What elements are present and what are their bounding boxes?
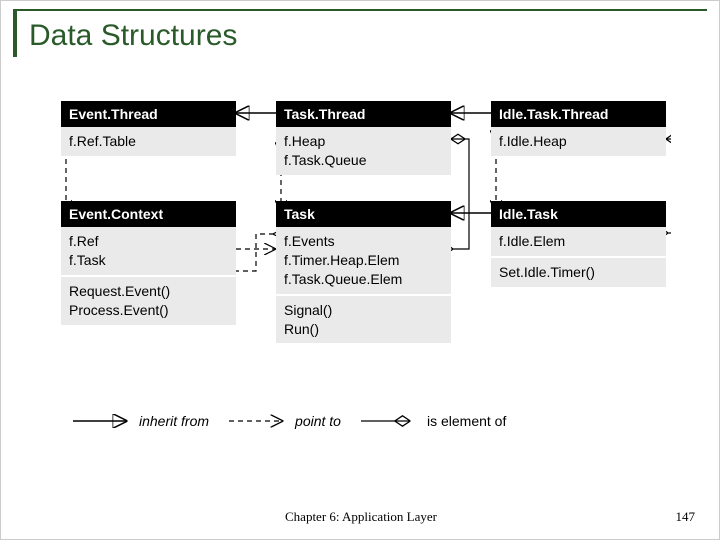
class-header: Event.Context bbox=[61, 201, 236, 227]
class-event-thread: Event.Thread f.Ref.Table bbox=[61, 101, 236, 156]
field: f.Timer.Heap.Elem bbox=[284, 251, 443, 270]
class-header: Task.Thread bbox=[276, 101, 451, 127]
page-title: Data Structures bbox=[29, 19, 707, 53]
inherit-icon bbox=[71, 414, 131, 428]
field: f.Task.Queue bbox=[284, 151, 443, 170]
class-fields: f.Events f.Timer.Heap.Elem f.Task.Queue.… bbox=[276, 227, 451, 294]
class-methods: Request.Event() Process.Event() bbox=[61, 277, 236, 325]
field: f.Ref bbox=[69, 232, 228, 251]
class-fields: f.Ref f.Task bbox=[61, 227, 236, 275]
field: f.Idle.Elem bbox=[499, 232, 658, 251]
class-header: Idle.Task.Thread bbox=[491, 101, 666, 127]
class-header: Task bbox=[276, 201, 451, 227]
point-icon bbox=[227, 414, 287, 428]
element-icon bbox=[359, 414, 419, 428]
method: Process.Event() bbox=[69, 301, 228, 320]
class-fields: f.Ref.Table bbox=[61, 127, 236, 156]
class-diagram: Event.Thread f.Ref.Table Task.Thread f.H… bbox=[61, 101, 671, 431]
legend-element: is element of bbox=[359, 413, 506, 429]
class-task-thread: Task.Thread f.Heap f.Task.Queue bbox=[276, 101, 451, 175]
field: f.Heap bbox=[284, 132, 443, 151]
class-idle-task-thread: Idle.Task.Thread f.Idle.Heap bbox=[491, 101, 666, 156]
field: f.Ref.Table bbox=[69, 132, 228, 151]
legend-label: point to bbox=[295, 413, 341, 429]
legend-label: inherit from bbox=[139, 413, 209, 429]
legend-label: is element of bbox=[427, 413, 506, 429]
legend-inherit: inherit from bbox=[71, 413, 209, 429]
class-idle-task: Idle.Task f.Idle.Elem Set.Idle.Timer() bbox=[491, 201, 666, 287]
class-methods: Signal() Run() bbox=[276, 296, 451, 344]
class-fields: f.Heap f.Task.Queue bbox=[276, 127, 451, 175]
class-header: Idle.Task bbox=[491, 201, 666, 227]
class-task: Task f.Events f.Timer.Heap.Elem f.Task.Q… bbox=[276, 201, 451, 343]
class-fields: f.Idle.Elem bbox=[491, 227, 666, 256]
field: f.Idle.Heap bbox=[499, 132, 658, 151]
class-event-context: Event.Context f.Ref f.Task Request.Event… bbox=[61, 201, 236, 325]
footer-text: Chapter 6: Application Layer bbox=[1, 509, 720, 525]
method: Run() bbox=[284, 320, 443, 339]
legend-point: point to bbox=[227, 413, 341, 429]
field: f.Task.Queue.Elem bbox=[284, 270, 443, 289]
class-methods: Set.Idle.Timer() bbox=[491, 258, 666, 287]
class-header: Event.Thread bbox=[61, 101, 236, 127]
page-number: 147 bbox=[676, 509, 696, 525]
field: f.Events bbox=[284, 232, 443, 251]
field: f.Task bbox=[69, 251, 228, 270]
method: Request.Event() bbox=[69, 282, 228, 301]
title-bar: Data Structures bbox=[13, 9, 707, 57]
method: Set.Idle.Timer() bbox=[499, 263, 658, 282]
legend: inherit from point to is element of bbox=[71, 413, 671, 429]
class-fields: f.Idle.Heap bbox=[491, 127, 666, 156]
method: Signal() bbox=[284, 301, 443, 320]
